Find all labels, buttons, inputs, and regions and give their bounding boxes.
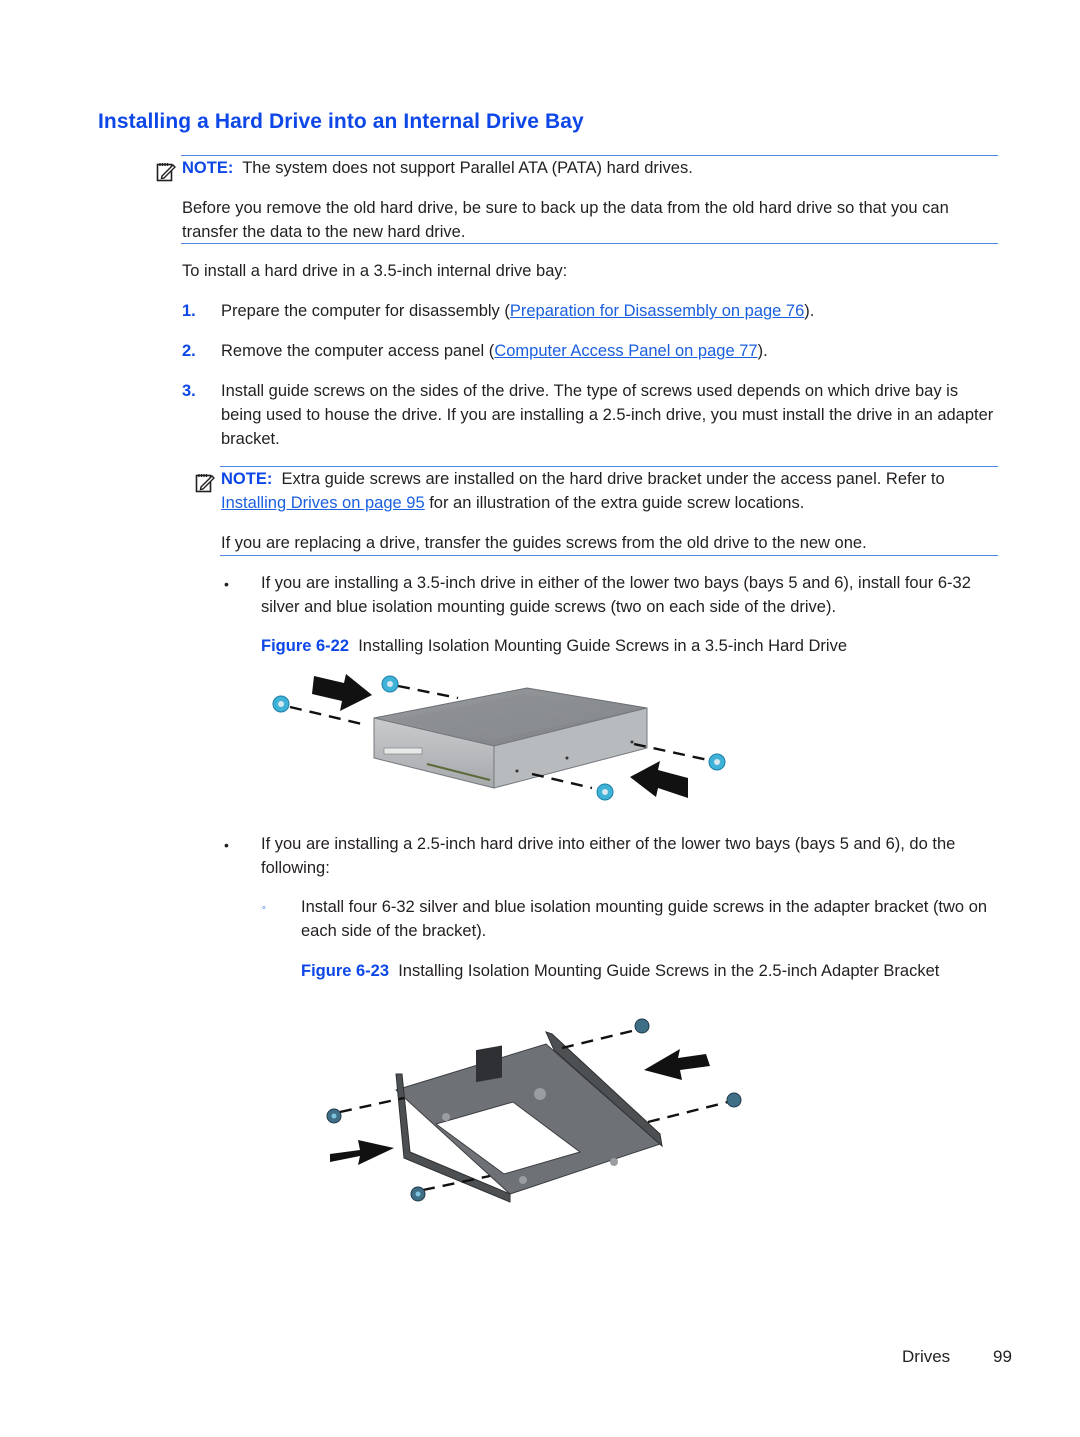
arrow-left-icon	[630, 761, 688, 798]
figure-6-23-caption: Figure 6-23 Installing Isolation Mountin…	[301, 959, 1001, 983]
note-label: NOTE:	[221, 470, 273, 488]
figure-6-22-hard-drive-illustration	[272, 674, 726, 801]
note2-bottom-rule	[220, 555, 998, 556]
step-number: 3.	[182, 382, 196, 400]
bullet-2-text: If you are installing a 2.5-inch hard dr…	[261, 835, 956, 877]
step-2-text: Remove the computer access panel (	[221, 342, 495, 360]
link-installing-drives[interactable]: Installing Drives on page 95	[221, 494, 425, 512]
sub-bullet-text: Install four 6-32 silver and blue isolat…	[301, 898, 988, 940]
section-title: Installing a Hard Drive into an Internal…	[98, 110, 584, 133]
step-number: 2.	[182, 342, 196, 360]
note1-text: The system does not support Parallel ATA…	[242, 159, 693, 177]
figure-6-22-caption: Figure 6-22 Installing Isolation Mountin…	[261, 634, 847, 658]
link-preparation-for-disassembly[interactable]: Preparation for Disassembly on page 76	[510, 302, 804, 320]
step-1-text-after: ).	[804, 302, 815, 320]
figure-caption: Installing Isolation Mounting Guide Scre…	[398, 962, 940, 980]
step-number: 1.	[182, 302, 196, 320]
step-1-text: Prepare the computer for disassembly (	[221, 302, 510, 320]
figure-6-23-adapter-bracket-illustration	[326, 1018, 742, 1203]
figure-label: Figure 6-22	[261, 637, 350, 655]
bullet-symbol: •	[224, 576, 229, 592]
intro-text: To install a hard drive in a 3.5-inch in…	[182, 262, 568, 280]
figure-label: Figure 6-23	[301, 962, 390, 980]
page-number: 99	[993, 1347, 1012, 1366]
step-2-text-after: ).	[757, 342, 768, 360]
arrow-right-icon	[312, 674, 372, 711]
note2-paragraph: If you are replacing a drive, transfer t…	[221, 534, 867, 552]
step-2: Remove the computer access panel (Comput…	[221, 339, 1001, 363]
bullet-symbol: •	[224, 837, 229, 853]
note2-text: Extra guide screws are installed on the …	[281, 470, 945, 488]
step-1: Prepare the computer for disassembly (Pr…	[221, 299, 1001, 323]
note2-text-after: for an illustration of the extra guide s…	[424, 494, 805, 512]
link-computer-access-panel[interactable]: Computer Access Panel on page 77	[494, 342, 757, 360]
note2: NOTE: Extra guide screws are installed o…	[221, 467, 1001, 515]
note1-paragraph: Before you remove the old hard drive, be…	[182, 199, 949, 241]
note1: NOTE: The system does not support Parall…	[182, 156, 1002, 180]
bullet-1-text: If you are installing a 3.5-inch drive i…	[261, 574, 971, 616]
figure-caption: Installing Isolation Mounting Guide Scre…	[358, 637, 848, 655]
note-pencil-icon	[156, 163, 176, 182]
arrow-left-icon	[644, 1049, 710, 1080]
footer-section: Drives	[902, 1347, 951, 1366]
note-label: NOTE:	[182, 159, 234, 177]
arrow-right-icon	[330, 1140, 394, 1165]
note1-bottom-rule	[181, 243, 998, 244]
sub-bullet-symbol: ◦	[262, 902, 266, 914]
step-3: Install guide screws on the sides of the…	[221, 382, 994, 448]
note-pencil-icon	[195, 474, 215, 493]
